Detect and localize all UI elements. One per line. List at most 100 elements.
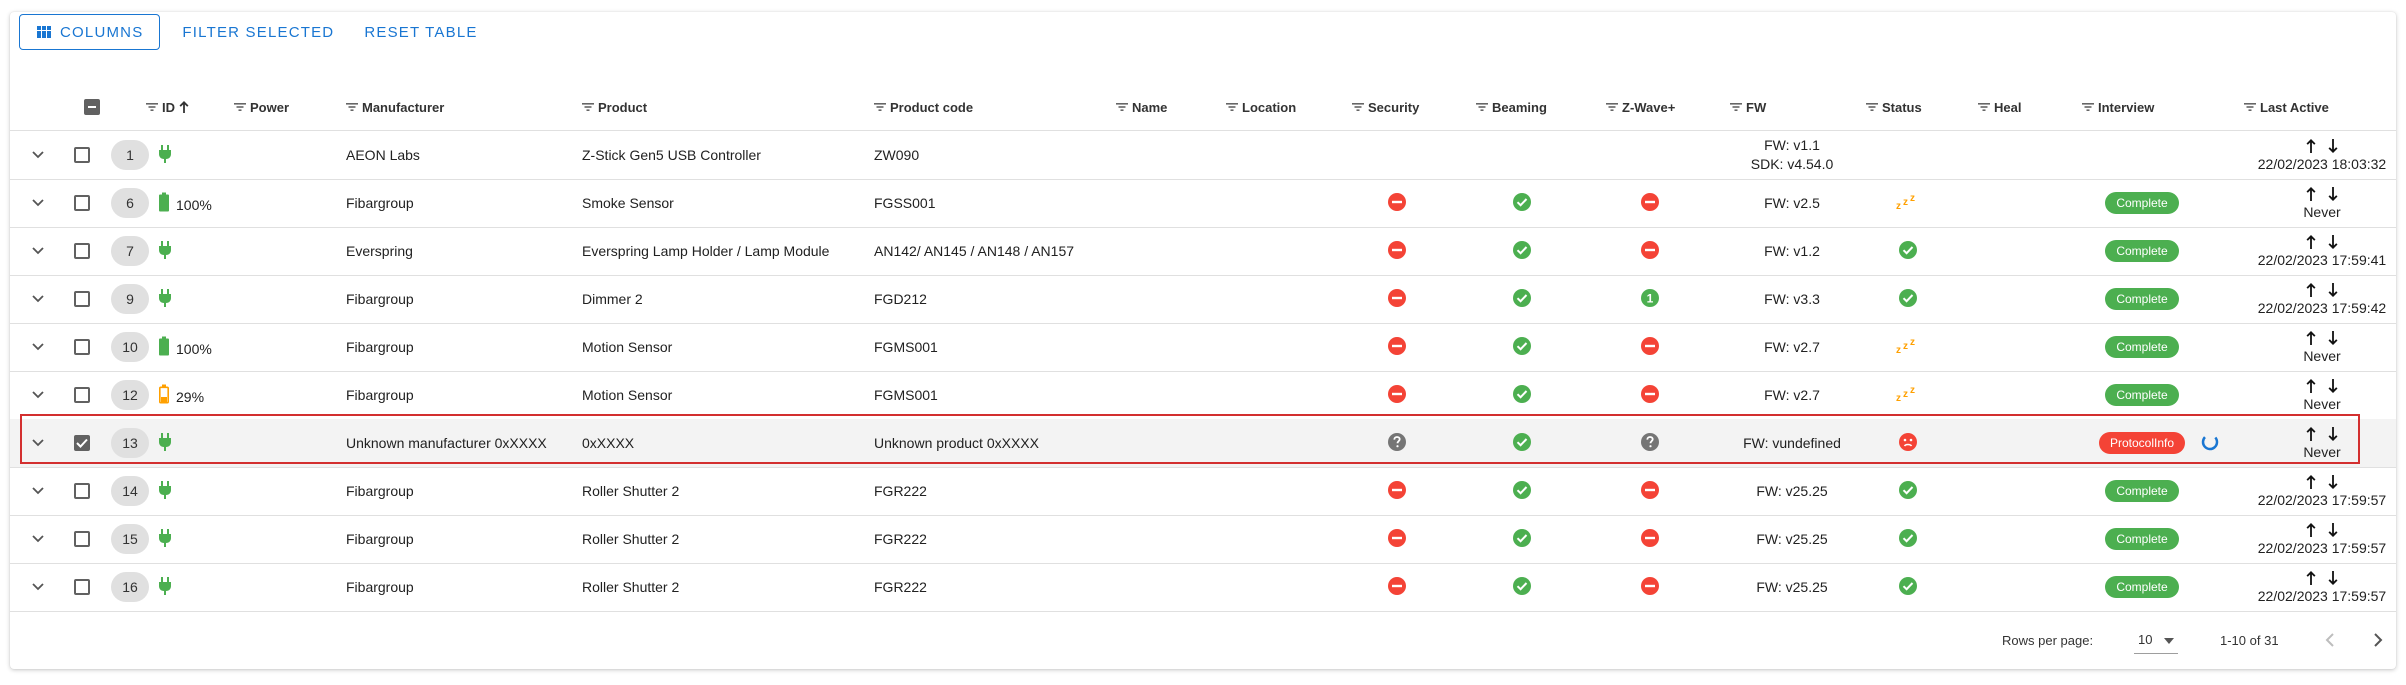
- reset-table-button[interactable]: Reset table: [352, 14, 489, 50]
- filter-list-icon[interactable]: [1116, 102, 1128, 112]
- row-checkbox[interactable]: [74, 387, 90, 403]
- column-header-name[interactable]: Name: [1116, 84, 1167, 130]
- node-id-chip: 7: [111, 236, 149, 266]
- column-header-heal[interactable]: Heal: [1978, 84, 2021, 130]
- column-header-last-active[interactable]: Last Active: [2244, 84, 2329, 130]
- column-header-security[interactable]: Security: [1352, 84, 1419, 130]
- sleep-zzz-icon: zzz: [1895, 193, 1921, 213]
- rows-per-page-wrapper: 10: [2134, 612, 2179, 668]
- table-row[interactable]: 9 Fibargroup Dimmer 2 FGD212 1 FW: v3.3 Comple…: [10, 275, 2396, 324]
- row-checkbox[interactable]: [74, 147, 90, 163]
- fw-cell: FW: vundefined: [1722, 419, 1862, 467]
- column-header-id[interactable]: ID: [146, 84, 190, 130]
- filter-selected-button[interactable]: Filter selected: [170, 14, 346, 50]
- filter-list-icon[interactable]: [234, 102, 246, 112]
- row-checkbox[interactable]: [74, 531, 90, 547]
- rows-per-page-select[interactable]: 10: [2134, 627, 2179, 654]
- column-header-interview[interactable]: Interview: [2082, 84, 2154, 130]
- row-checkbox[interactable]: [74, 483, 90, 499]
- chevron-down-icon[interactable]: [28, 481, 48, 501]
- battery-icon: [158, 192, 170, 215]
- table-row[interactable]: 16 Fibargroup Roller Shutter 2 FGR222 FW: v2…: [10, 563, 2396, 612]
- row-checkbox[interactable]: [74, 339, 90, 355]
- select-all-checkbox[interactable]: [84, 99, 100, 115]
- arrow-up-icon: [2305, 426, 2317, 445]
- last-active-cell: 22/02/2023 17:59:57: [2242, 515, 2402, 563]
- node-id-chip: 1: [111, 140, 149, 170]
- node-id-chip: 6: [111, 188, 149, 218]
- table-row[interactable]: 10 100% Fibargroup Motion Sensor FGMS001 FW: …: [10, 323, 2396, 372]
- chevron-down-icon[interactable]: [28, 289, 48, 309]
- table-row[interactable]: 6 100% Fibargroup Smoke Sensor FGSS001 FW: v2…: [10, 179, 2396, 228]
- select-all-cell: [84, 84, 100, 130]
- filter-list-icon[interactable]: [2244, 102, 2256, 112]
- filter-list-icon[interactable]: [1978, 102, 1990, 112]
- chevron-down-icon[interactable]: [28, 193, 48, 213]
- minus-circle-icon: [1387, 288, 1407, 311]
- table-row[interactable]: 14 Fibargroup Roller Shutter 2 FGR222 FW: v2…: [10, 467, 2396, 516]
- chevron-down-icon[interactable]: [28, 529, 48, 549]
- column-header-product-code-label: Product code: [890, 99, 974, 115]
- columns-button[interactable]: Columns: [19, 14, 161, 50]
- fw-cell: FW: v25.25: [1722, 563, 1862, 611]
- interview-status-chip: Complete: [2105, 240, 2179, 262]
- table-row[interactable]: 1 AEON Labs Z-Stick Gen5 USB Controller ZW0…: [10, 131, 2396, 180]
- check-circle-icon: [1512, 192, 1532, 215]
- filter-list-icon[interactable]: [874, 102, 886, 112]
- column-header-power-label: Power: [250, 99, 290, 115]
- chevron-down-icon[interactable]: [28, 577, 48, 597]
- column-header-product-code[interactable]: Product code: [874, 84, 973, 130]
- filter-list-icon[interactable]: [1226, 102, 1238, 112]
- filter-list-icon[interactable]: [582, 102, 594, 112]
- next-page-button[interactable]: [2364, 626, 2392, 654]
- chevron-down-icon[interactable]: [28, 433, 48, 453]
- row-checkbox[interactable]: [74, 243, 90, 259]
- firmware-version: FW: v25.25: [1756, 482, 1828, 499]
- product-code-cell: FGSS001: [874, 195, 936, 211]
- column-header-status[interactable]: Status: [1866, 84, 1922, 130]
- arrow-upward-icon[interactable]: [178, 100, 190, 114]
- column-header-product[interactable]: Product: [582, 84, 647, 130]
- column-header-fw[interactable]: FW: [1730, 84, 1766, 130]
- filter-list-icon[interactable]: [146, 102, 158, 112]
- column-header-power[interactable]: Power: [234, 84, 289, 130]
- zwave-plus-cell: [1610, 227, 1690, 275]
- column-header-location[interactable]: Location: [1226, 84, 1296, 130]
- chevron-down-icon[interactable]: [28, 337, 48, 357]
- column-header-zwave-plus[interactable]: Z-Wave+: [1606, 84, 1675, 130]
- power-cell: [158, 419, 172, 467]
- filter-list-icon[interactable]: [346, 102, 358, 112]
- security-cell: [1357, 419, 1437, 467]
- filter-list-icon[interactable]: [1730, 102, 1742, 112]
- status-cell: zzz: [1868, 323, 1948, 371]
- expand-cell: [28, 275, 48, 323]
- column-header-manufacturer[interactable]: Manufacturer: [346, 84, 444, 130]
- filter-list-icon[interactable]: [1476, 102, 1488, 112]
- zwave-plus-cell: [1610, 467, 1690, 515]
- chevron-down-icon[interactable]: [28, 385, 48, 405]
- column-header-beaming[interactable]: Beaming: [1476, 84, 1547, 130]
- product-code-cell: FGR222: [874, 483, 927, 499]
- table-row[interactable]: 7 Everspring Everspring Lamp Holder / Lamp…: [10, 227, 2396, 276]
- row-checkbox[interactable]: [74, 435, 90, 451]
- product-code-cell: FGMS001: [874, 339, 938, 355]
- filter-list-icon[interactable]: [1866, 102, 1878, 112]
- filter-list-icon[interactable]: [1352, 102, 1364, 112]
- chevron-down-icon[interactable]: [28, 241, 48, 261]
- row-checkbox[interactable]: [74, 579, 90, 595]
- table-row[interactable]: 12 29% Fibargroup Motion Sensor FGMS001 FW: v…: [10, 371, 2396, 420]
- row-checkbox[interactable]: [74, 291, 90, 307]
- chevron-down-icon[interactable]: [28, 145, 48, 165]
- filter-list-icon[interactable]: [1606, 102, 1618, 112]
- filter-list-icon[interactable]: [2082, 102, 2094, 112]
- row-checkbox[interactable]: [74, 195, 90, 211]
- numbered-circle-icon: 1: [1640, 288, 1660, 311]
- table-row[interactable]: 13 Unknown manufacturer 0xXXXX 0xXXXX Unkno…: [10, 419, 2396, 468]
- prev-page-button[interactable]: [2316, 626, 2344, 654]
- beaming-cell: [1482, 419, 1562, 467]
- arrow-up-icon: [2305, 234, 2317, 253]
- table-row[interactable]: 15 Fibargroup Roller Shutter 2 FGR222 FW: v2…: [10, 515, 2396, 564]
- arrow-down-icon: [2327, 234, 2339, 253]
- select-cell: [74, 275, 90, 323]
- fw-cell: FW: v1.2: [1722, 227, 1862, 275]
